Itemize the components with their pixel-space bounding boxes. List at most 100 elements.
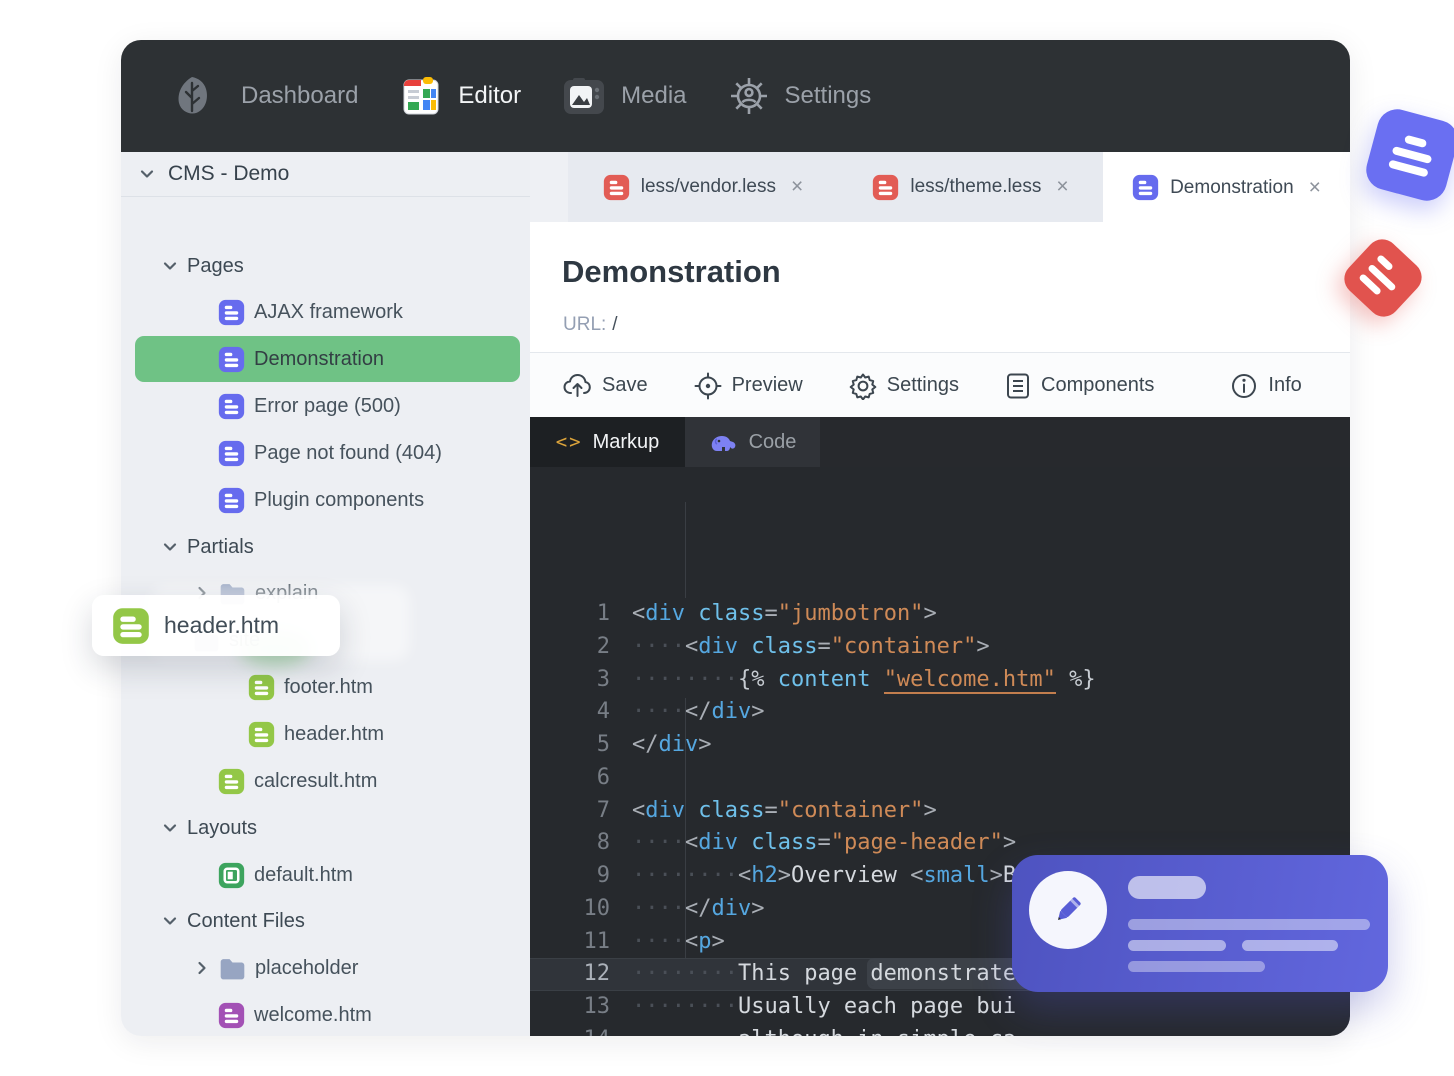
url-value: / — [612, 314, 618, 335]
document-toolbar: Save Preview Settings Components Info — [530, 352, 1350, 418]
file-icon — [248, 721, 275, 748]
nav-item-media[interactable]: Media — [561, 75, 687, 117]
gear-button[interactable]: Settings — [849, 372, 959, 400]
floating-asset-icon — [1337, 232, 1429, 324]
tree-item-label: placeholder — [255, 956, 359, 979]
file-icon — [218, 487, 245, 514]
gear-icon — [849, 372, 877, 400]
line-number: 12 — [583, 961, 611, 987]
tree-section-content-files[interactable]: Content Files — [121, 898, 520, 944]
code-text: ········Usually each page bui — [632, 994, 1017, 1019]
code-text: ····</div> — [632, 699, 765, 725]
tree-item-label: calcresult.htm — [254, 769, 378, 792]
code-line[interactable]: 2 ····<div class="container"> — [530, 631, 1350, 664]
code-line[interactable]: 13 ········Usually each page bui — [530, 991, 1350, 1024]
drag-ghost-label: header.htm — [164, 612, 280, 638]
skeleton-line — [1128, 940, 1226, 951]
doc-tab-less-vendor-less[interactable]: less/vendor.less × — [568, 152, 839, 222]
page-url: URL: / — [563, 314, 618, 336]
doc-tab-label: Demonstration — [1170, 176, 1294, 198]
code-line[interactable]: 14········although in simple ca — [530, 1024, 1350, 1036]
sidebar-theme-header[interactable]: CMS - Demo — [121, 152, 530, 197]
floating-page-icon — [1361, 104, 1454, 206]
folder-icon — [219, 956, 246, 980]
tree-item-header-htm[interactable]: header.htm — [121, 711, 520, 757]
line-number: 5 — [596, 732, 610, 757]
code-line[interactable]: 6 — [530, 762, 1350, 795]
tree-item-plugin-components[interactable]: Plugin components — [121, 477, 520, 523]
code-section-tabs: <> Markup Code — [530, 417, 1350, 467]
nav-item-label: Editor — [458, 82, 522, 109]
file-icon — [218, 299, 245, 326]
code-text: ····<p> — [632, 928, 725, 954]
tree-section-pages[interactable]: Pages — [121, 243, 520, 289]
tab-markup[interactable]: <> Markup — [530, 417, 685, 467]
line-number: 9 — [596, 863, 610, 888]
tree-item-label: Error page (500) — [254, 394, 401, 417]
tree-item-label: Page not found (404) — [254, 441, 442, 464]
tree-item-ajax-framework[interactable]: AJAX framework — [121, 289, 520, 335]
tree-section-layouts[interactable]: Layouts — [121, 805, 520, 851]
tree-item-label: header.htm — [284, 722, 385, 745]
code-line[interactable]: 7 <div class="container"> — [530, 795, 1350, 828]
code-line[interactable]: 1 <div class="jumbotron"> — [530, 598, 1350, 631]
line-number: 8 — [596, 830, 610, 856]
nav-item-dashboard[interactable]: Dashboard — [241, 82, 358, 110]
components-button[interactable]: Components — [1005, 372, 1154, 400]
nav-item-label: Dashboard — [241, 82, 359, 109]
tree-item-calcresult-htm[interactable]: calcresult.htm — [121, 758, 520, 804]
toolbar-button-label: Components — [1041, 374, 1155, 396]
file-icon — [218, 440, 245, 467]
php-elephant-icon — [709, 430, 739, 454]
preview-button[interactable]: Preview — [694, 372, 803, 400]
nav-item-settings[interactable]: Settings — [727, 74, 871, 118]
chevron-right-icon — [193, 959, 211, 977]
nav-items: Dashboard Editor Media Settings — [241, 73, 911, 119]
tree-item-welcome-htm[interactable]: welcome.htm — [121, 992, 520, 1036]
save-icon — [562, 372, 592, 400]
save-button[interactable]: Save — [562, 372, 648, 400]
code-line[interactable]: 5 </div> — [530, 729, 1350, 762]
tab-code-label: Code — [748, 430, 797, 453]
indent-guide — [685, 502, 686, 598]
url-label: URL: — [563, 314, 607, 335]
gearnav-icon — [727, 74, 771, 118]
skeleton-line — [1242, 940, 1338, 951]
editor-icon — [398, 73, 444, 119]
partial-file-icon — [112, 607, 150, 645]
tree-item-label: footer.htm — [284, 675, 373, 698]
info-button[interactable]: Info — [1230, 372, 1302, 400]
code-line[interactable]: 4 ····</div> — [530, 696, 1350, 729]
tree-item-default-htm[interactable]: default.htm — [121, 852, 520, 898]
close-icon[interactable]: × — [791, 175, 803, 199]
media-icon — [561, 75, 607, 117]
nav-item-editor[interactable]: Editor — [398, 73, 521, 119]
code-text: </div> — [632, 732, 712, 757]
file-icon — [218, 768, 245, 795]
tree-item-placeholder[interactable]: placeholder — [121, 945, 520, 991]
close-icon[interactable]: × — [1309, 176, 1321, 200]
doc-tab-less-theme-less[interactable]: less/theme.less × — [838, 152, 1104, 222]
tree-item-page-not-found-404-[interactable]: Page not found (404) — [121, 430, 520, 476]
tree-item-error-page-500-[interactable]: Error page (500) — [121, 383, 520, 429]
drag-ghost-card[interactable]: header.htm — [92, 595, 340, 656]
edit-notification-card — [1012, 855, 1388, 992]
chevron-down-icon — [161, 538, 179, 556]
tree-section-partials[interactable]: Partials — [121, 524, 520, 570]
tree-item-label: Demonstration — [254, 347, 385, 370]
code-text: <div class="jumbotron"> — [632, 601, 937, 626]
tree-item-demonstration[interactable]: Demonstration — [135, 336, 520, 382]
close-icon[interactable]: × — [1056, 175, 1068, 199]
toolbar-button-label: Info — [1268, 374, 1302, 396]
document-header: Demonstration URL: / — [530, 222, 1350, 352]
code-brackets-icon: <> — [555, 431, 583, 453]
line-number: 2 — [596, 633, 610, 659]
code-line[interactable]: 3 ········{% content "welcome.htm" %} — [530, 664, 1350, 697]
toolbar-button-label: Save — [602, 374, 648, 396]
code-text: ····</div> — [632, 895, 765, 921]
tab-code[interactable]: Code — [685, 417, 820, 467]
tree-item-footer-htm[interactable]: footer.htm — [121, 664, 520, 710]
doc-tab-demonstration[interactable]: Demonstration × — [1103, 152, 1350, 223]
line-number: 11 — [583, 928, 611, 954]
